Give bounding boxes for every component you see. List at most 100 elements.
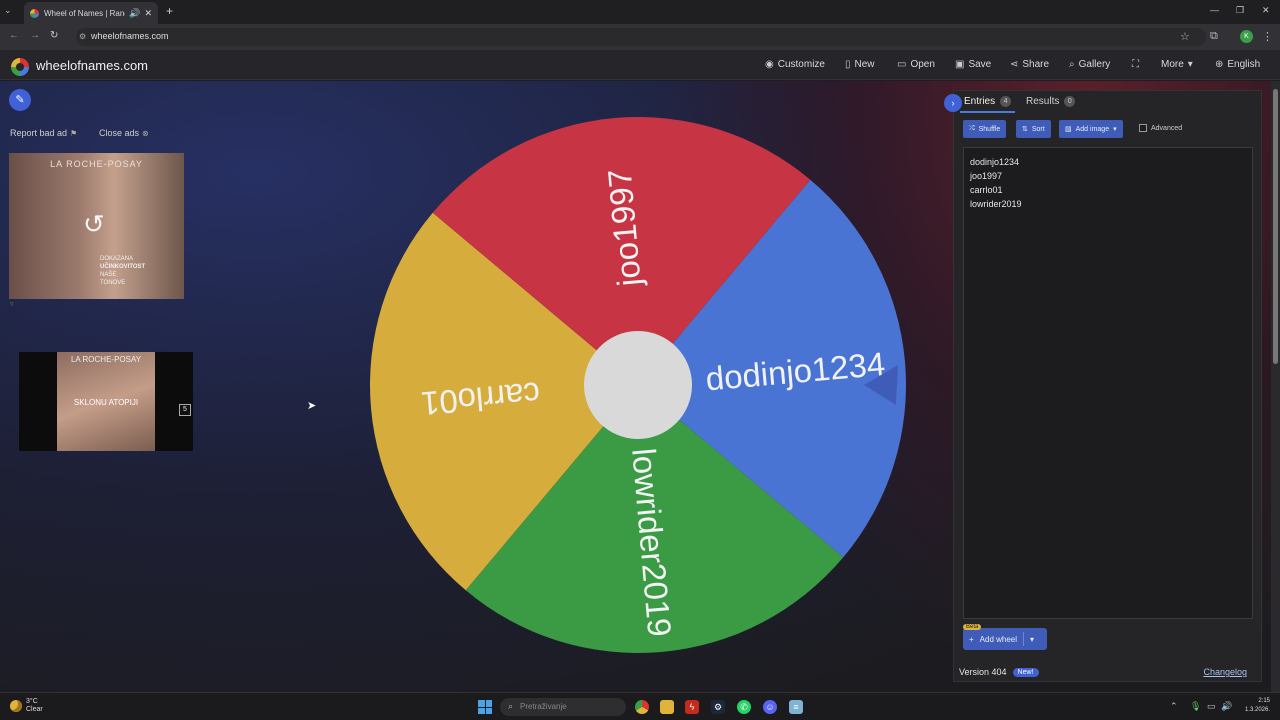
more-button[interactable]: More ▾ [1161,59,1193,70]
advanced-checkbox[interactable]: Advanced [1139,124,1182,132]
fullscreen-button[interactable]: ⛶ [1132,59,1139,70]
add-wheel-button[interactable]: + Add wheel ▾ [963,628,1047,650]
adchoices-icon[interactable]: ▿ [10,300,14,308]
microphone-icon[interactable]: 🎙 [1190,701,1201,712]
chrome-app-icon[interactable] [635,700,649,714]
collapse-panel-button[interactable]: › [944,94,962,112]
restore-icon[interactable]: ❐ [1236,5,1244,16]
reload-icon[interactable]: ↻ [50,30,58,41]
page-scrollbar[interactable] [1271,81,1280,692]
shuffle-button[interactable]: ⤮ Shuffle [963,120,1007,138]
ad2-brand: LA ROCHE-POSAY [70,355,142,364]
checkbox-box[interactable] [1139,124,1147,132]
entries-textarea[interactable]: dodinjo1234 joo1997 carrlo01 lowrider201… [963,147,1253,619]
changelog-link[interactable]: Changelog [1203,667,1247,677]
tray-overflow-icon[interactable]: ⌃ [1170,701,1178,712]
save-icon: ▣ [955,59,965,70]
chevron-down-icon: ▾ [1187,59,1193,70]
ad-banner-1[interactable]: LA ROCHE-POSAY ↺ DOKAZANA UČINKOVITOST N… [9,153,184,299]
folder-icon: ▭ [897,59,907,70]
chevron-down-icon: ▾ [1113,126,1117,133]
version-info: Version 404 New! [959,667,1039,677]
share-label: Share [1022,59,1050,70]
language-button[interactable]: ⊕ English [1215,59,1260,70]
minimize-icon[interactable]: — [1210,5,1219,15]
system-clock[interactable]: 2:15 1.3.2026. [1240,697,1270,715]
notepad-icon[interactable]: ≡ [789,700,803,714]
media-app-icon[interactable]: ϟ [685,700,699,714]
site-brand[interactable]: wheelofnames.com [36,58,148,73]
edit-pencil-button[interactable]: ✎ [9,89,31,111]
wheel-center-hub[interactable] [584,331,692,439]
report-bad-ad-link[interactable]: Report bad ad ⚑ [10,128,77,138]
customize-button[interactable]: ◉ Customize [765,59,825,70]
whatsapp-icon[interactable]: ✆ [737,700,751,714]
ad1-brand: LA ROCHE-POSAY [50,159,143,169]
temperature: 3°C [26,698,38,705]
steam-icon[interactable]: ⚙ [711,700,725,714]
search-icon: ⌕ [508,701,514,711]
tab-results[interactable]: Results 0 [1026,96,1076,107]
results-count-badge: 0 [1064,96,1076,107]
name-wheel[interactable]: dodinjo1234lowrider2019carrlo01joo1997 [368,115,908,655]
new-tab-icon[interactable]: + [166,4,173,18]
report-label: Report bad ad [10,128,68,138]
beta-badge: Beta [963,624,982,630]
chevron-down-icon[interactable]: ▾ [1030,635,1034,644]
save-button[interactable]: ▣ Save [955,59,991,70]
tab-entries[interactable]: Entries 4 [964,96,1012,107]
globe-icon: ⊕ [1215,59,1224,70]
forward-icon[interactable]: → [30,30,40,41]
windows-taskbar: 3°C Clear ⌕ Pretraživanje ϟ ⚙ ✆ ☺ ≡ ⌃ 🎙 ▭ … [0,692,1280,720]
scrollbar-thumb[interactable] [1273,89,1278,364]
close-window-icon[interactable]: ✕ [1262,5,1270,16]
mute-icon[interactable]: 🔊 [129,8,140,19]
browser-tabstrip: ⌄ Wheel of Names | Random 🔊 ✕ + — ❐ ✕ [0,0,1280,24]
entry-line: lowrider2019 [970,199,1022,209]
close-tab-icon[interactable]: ✕ [144,8,152,19]
share-button[interactable]: ⋖ Share [1010,59,1049,70]
search-icon: ⌕ [1069,59,1075,70]
url-field[interactable]: ⚙ wheelofnames.com [76,28,1206,46]
tab-search-chevron-icon[interactable]: ⌄ [4,5,12,16]
close-ads-link[interactable]: Close ads ⊗ [99,128,149,138]
address-bar-row: ← → ↻ ⚙ wheelofnames.com ☆ ⧉ ⋮ [0,24,1280,50]
replay-icon[interactable]: ↺ [83,209,105,240]
bookmark-star-icon[interactable]: ☆ [1180,30,1190,43]
ad2-text: SKLONU ATOPIJI [73,398,139,407]
taskbar-search[interactable]: ⌕ Pretraživanje [500,698,626,716]
back-icon[interactable]: ← [9,30,19,41]
wheel-logo-icon[interactable] [11,58,29,76]
sort-button[interactable]: ⇅ Sort [1016,120,1051,138]
open-label: Open [910,59,935,70]
profile-avatar[interactable]: K [1240,30,1253,43]
close-ads-label: Close ads [99,128,140,138]
shuffle-icon: ⤮ [969,125,975,132]
gallery-button[interactable]: ⌕ Gallery [1069,59,1110,70]
add-image-button[interactable]: ▨ Add image ▾ [1059,120,1123,138]
url-text: wheelofnames.com [91,31,169,41]
main-area: ✎ Report bad ad ⚑ Close ads ⊗ LA ROCHE-POS… [0,81,1280,692]
new-badge: New! [1012,667,1039,677]
start-button[interactable] [478,700,492,714]
favicon-icon [30,8,39,18]
ad-banner-2[interactable]: LA ROCHE-POSAY SKLONU ATOPIJI 5 [19,352,193,451]
volume-icon[interactable]: 🔊 [1221,701,1232,712]
browser-menu-icon[interactable]: ⋮ [1262,30,1273,43]
site-header: wheelofnames.com ◉ Customize ▯ New ▭ Open ▣… [0,50,1280,80]
site-info-icon[interactable]: ⚙ [79,32,86,41]
network-icon[interactable]: ▭ [1207,701,1216,712]
mouse-cursor-icon: ➤ [307,400,317,412]
weather-widget[interactable]: 3°C Clear [10,698,43,714]
new-button[interactable]: ▯ New [845,59,875,70]
plus-icon: + [969,634,974,644]
open-button[interactable]: ▭ Open [897,59,935,70]
file-explorer-icon[interactable] [660,700,674,714]
extensions-icon[interactable]: ⧉ [1210,30,1218,43]
discord-icon[interactable]: ☺ [763,700,777,714]
new-label: New [854,59,875,70]
close-circle-icon: ⊗ [142,128,149,138]
browser-tab[interactable]: Wheel of Names | Random 🔊 ✕ [24,2,158,24]
tab-title: Wheel of Names | Random [44,8,125,18]
palette-icon: ◉ [765,59,774,70]
